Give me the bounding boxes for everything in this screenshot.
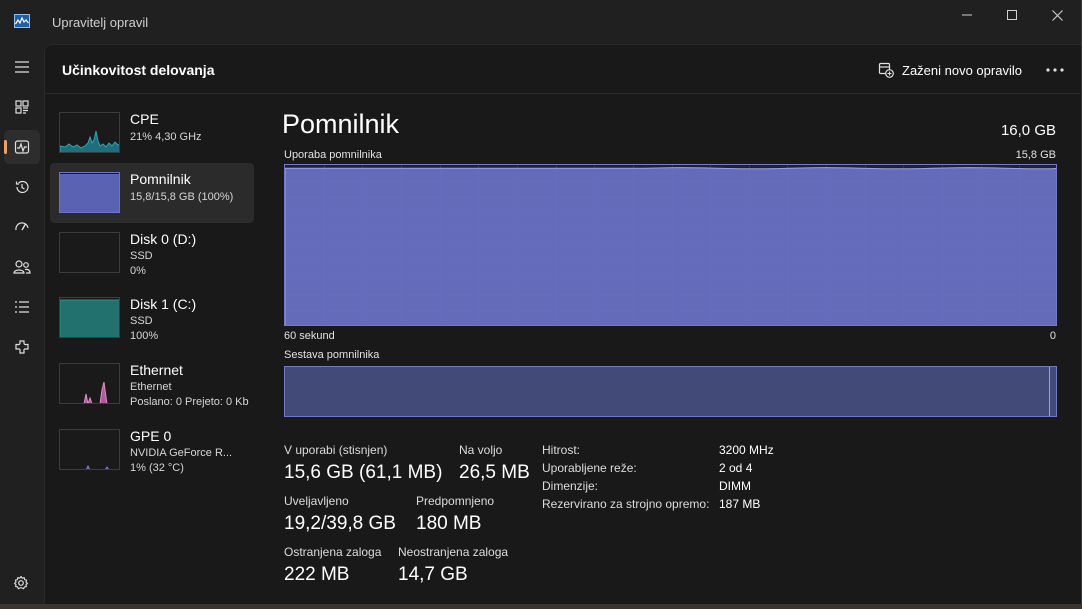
memory-thumbnail-graph <box>59 172 120 213</box>
perf-item-detail: NVIDIA GeForce R... <box>130 447 233 459</box>
committed-label: Uveljavljeno <box>284 494 349 508</box>
perf-item-name: Disk 0 (D:) <box>130 231 197 247</box>
performance-panel: Učinkovitost delovanja Zaženi novo oprav… <box>44 44 1082 604</box>
spec-value: 187 MB <box>719 497 761 511</box>
run-new-task-icon <box>878 62 894 78</box>
perf-item-memory[interactable]: Pomnilnik 15,8/15,8 GB (100%) <box>50 163 254 223</box>
task-manager-app-icon <box>14 14 30 28</box>
disk1-thumbnail-graph <box>59 297 120 338</box>
committed-value: 19,2/39,8 GB <box>284 513 396 534</box>
memory-usage-area <box>285 167 1056 325</box>
available-value: 26,5 MB <box>459 462 530 483</box>
perf-item-name: Pomnilnik <box>130 171 191 187</box>
perf-item-detail: Ethernet <box>130 381 172 393</box>
perf-item-disk-0[interactable]: Disk 0 (D:) SSD 0% <box>50 223 254 283</box>
perf-item-name: GPE 0 <box>130 428 172 444</box>
close-button[interactable] <box>1034 0 1080 30</box>
maximize-button[interactable] <box>989 0 1035 30</box>
app-history-icon <box>15 180 29 194</box>
perf-item-detail-2: Poslano: 0 Prejeto: 0 Kb <box>130 396 249 408</box>
processes-icon <box>15 100 29 114</box>
composition-divider <box>1049 367 1050 416</box>
panel-header: Učinkovitost delovanja Zaženi novo oprav… <box>45 45 1082 94</box>
disk0-thumbnail-graph <box>59 232 120 273</box>
perf-item-ethernet[interactable]: Ethernet Ethernet Poslano: 0 Prejeto: 0 … <box>50 354 254 414</box>
spec-value: DIMM <box>719 479 751 493</box>
in-use-value: 15,6 GB (61,1 MB) <box>284 462 443 483</box>
page-title: Učinkovitost delovanja <box>62 62 215 78</box>
nav-processes[interactable] <box>4 90 40 124</box>
gpu-thumbnail-graph <box>59 429 120 470</box>
nonpaged-pool-value: 14,7 GB <box>398 564 468 585</box>
nav-app-history[interactable] <box>4 170 40 204</box>
nav-details[interactable] <box>4 290 40 324</box>
maximize-icon <box>1007 10 1017 20</box>
hamburger-menu-icon <box>15 61 29 73</box>
users-icon <box>13 260 31 274</box>
details-icon <box>15 301 29 313</box>
ethernet-thumbnail-graph <box>59 363 120 404</box>
composition-label: Sestava pomnilnika <box>284 349 380 361</box>
services-icon <box>15 340 29 354</box>
cpu-thumbnail-graph <box>59 112 120 153</box>
minimize-button[interactable] <box>944 0 990 30</box>
paged-pool-label: Ostranjena zaloga <box>284 545 382 559</box>
perf-item-detail-2: 100% <box>130 330 159 342</box>
navigation-rail <box>0 44 44 604</box>
perf-item-detail-2: 0% <box>130 265 146 277</box>
detail-title: Pomnilnik <box>282 109 400 139</box>
available-label: Na voljo <box>459 443 503 457</box>
more-options-icon <box>1046 68 1064 72</box>
in-use-label: V uporabi (stisnjen) <box>284 443 388 457</box>
spec-label: Rezervirano za strojno opremo: <box>542 497 710 511</box>
nav-users[interactable] <box>4 250 40 284</box>
perf-item-gpu[interactable]: GPE 0 NVIDIA GeForce R... 1% (32 °C) <box>50 420 254 480</box>
perf-item-detail: SSD <box>130 250 153 262</box>
settings-gear-icon <box>13 575 29 590</box>
perf-item-detail: SSD <box>130 315 153 327</box>
spec-value: 2 od 4 <box>719 461 753 475</box>
spec-label: Dimenzije: <box>542 479 599 493</box>
cached-value: 180 MB <box>416 513 482 534</box>
perf-item-disk-1[interactable]: Disk 1 (C:) SSD 100% <box>50 288 254 348</box>
graph-axis-right-label: 0 <box>1049 330 1056 342</box>
perf-item-detail: 15,8/15,8 GB (100%) <box>130 191 234 203</box>
memory-composition-bar <box>284 366 1057 417</box>
perf-item-cpu[interactable]: CPE 21% 4,30 GHz <box>50 103 254 163</box>
minimize-icon <box>962 14 972 16</box>
hamburger-menu-button[interactable] <box>4 50 40 84</box>
run-new-task-label: Zaženi novo opravilo <box>902 62 1022 78</box>
nav-startup-apps[interactable] <box>4 210 40 244</box>
startup-apps-icon <box>15 222 29 231</box>
task-manager-window: Upravitelj opravil Učinkovitost delovanj… <box>0 0 1082 604</box>
cached-label: Predpomnjeno <box>416 494 495 508</box>
settings-button[interactable] <box>10 572 32 594</box>
spec-value: 3200 MHz <box>719 443 774 457</box>
graph-axis-left-label: 60 sekund <box>284 330 335 342</box>
nonpaged-pool-label: Neostranjena zaloga <box>398 545 509 559</box>
perf-item-name: Disk 1 (C:) <box>130 296 197 312</box>
nav-services[interactable] <box>4 330 40 364</box>
window-title: Upravitelj opravil <box>52 15 149 30</box>
usage-graph-label: Uporaba pomnilnika <box>284 149 382 161</box>
perf-item-detail: 21% 4,30 GHz <box>130 131 202 143</box>
close-icon <box>1051 9 1063 21</box>
usage-graph-max: 15,8 GB <box>1015 149 1056 161</box>
run-new-task-button[interactable]: Zaženi novo opravilo <box>878 60 1022 80</box>
perf-item-name: Ethernet <box>130 362 183 378</box>
detail-total-memory: 16,0 GB <box>1000 122 1056 139</box>
paged-pool-value: 222 MB <box>284 564 350 585</box>
more-options-button[interactable] <box>1041 59 1069 81</box>
spec-label: Hitrost: <box>542 443 581 457</box>
memory-usage-graph <box>284 164 1057 326</box>
perf-item-name: CPE <box>130 111 159 127</box>
nav-performance[interactable] <box>4 130 40 164</box>
title-bar: Upravitelj opravil <box>0 0 1082 44</box>
performance-icon <box>14 140 30 154</box>
spec-label: Uporabljene reže: <box>542 461 637 475</box>
perf-item-detail-2: 1% (32 °C) <box>130 462 184 474</box>
